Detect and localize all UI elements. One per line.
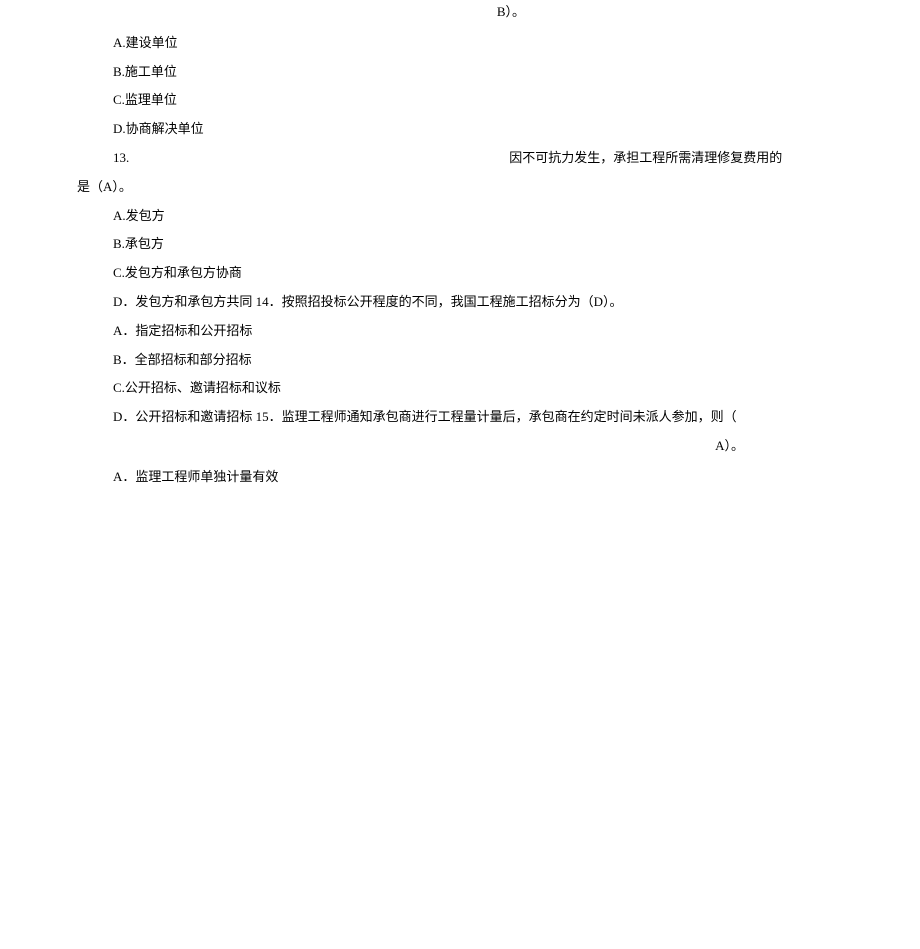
header-answer-b: B）。 xyxy=(0,2,920,23)
q12-option-d: D.协商解决单位 xyxy=(0,119,920,140)
q14-option-d-and-q15: D．公开招标和邀请招标 15．监理工程师通知承包商进行工程量计量后，承包商在约定… xyxy=(0,407,920,428)
q13-option-a: A.发包方 xyxy=(0,206,920,227)
q13-option-b: B.承包方 xyxy=(0,234,920,255)
q12-option-c: C.监理单位 xyxy=(0,90,920,111)
q13-stem-right: 因不可抗力发生，承担工程所需清理修复费用的 xyxy=(509,148,782,169)
q13-option-d-and-q14: D．发包方和承包方共同 14．按照招投标公开程度的不同，我国工程施工招标分为（D… xyxy=(0,292,920,313)
q13-option-c: C.发包方和承包方协商 xyxy=(0,263,920,284)
q12-option-a: A.建设单位 xyxy=(0,33,920,54)
q14-option-b: B．全部招标和部分招标 xyxy=(0,350,920,371)
q13-stem-line: 13. 因不可抗力发生，承担工程所需清理修复费用的 xyxy=(0,148,920,169)
q13-number: 13. xyxy=(0,148,509,169)
q14-option-a: A．指定招标和公开招标 xyxy=(0,321,920,342)
q15-option-a: A．监理工程师单独计量有效 xyxy=(0,467,920,488)
q15-answer-a: A）。 xyxy=(0,436,920,457)
q12-option-b: B.施工单位 xyxy=(0,62,920,83)
q13-stem-continuation: 是（A）。 xyxy=(0,177,920,198)
q14-option-c: C.公开招标、邀请招标和议标 xyxy=(0,378,920,399)
